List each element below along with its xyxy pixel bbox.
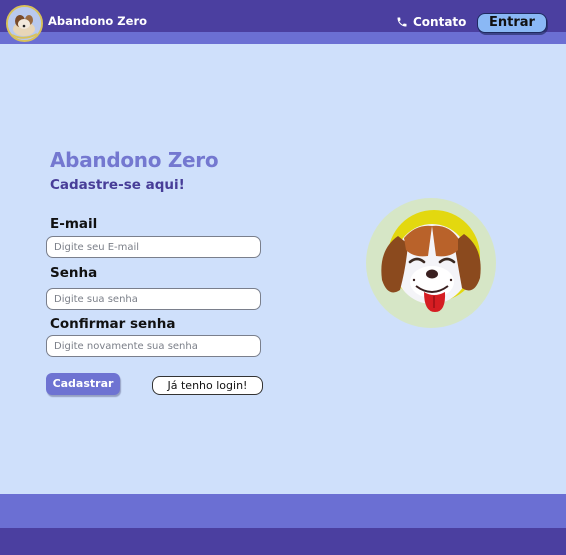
confirm-password-label: Confirmar senha bbox=[50, 316, 176, 332]
dog-face-illustration bbox=[366, 198, 496, 328]
login-button[interactable]: Entrar bbox=[477, 13, 547, 33]
contact-link[interactable]: Contato bbox=[396, 15, 466, 29]
password-label: Senha bbox=[50, 265, 98, 281]
password-field[interactable] bbox=[46, 288, 261, 310]
contact-label: Contato bbox=[413, 15, 467, 29]
already-have-login-button[interactable]: Já tenho login! bbox=[152, 376, 263, 395]
email-label: E-mail bbox=[50, 216, 98, 232]
footer-bar bbox=[0, 528, 566, 555]
page-title: Abandono Zero bbox=[50, 148, 219, 172]
email-field[interactable] bbox=[46, 236, 261, 258]
dog-logo-icon[interactable] bbox=[6, 5, 43, 42]
header-accent-strip bbox=[0, 32, 566, 44]
confirm-password-field[interactable] bbox=[46, 335, 261, 357]
brand-name[interactable]: Abandono Zero bbox=[48, 14, 147, 28]
page-subtitle: Cadastre-se aqui! bbox=[50, 177, 185, 193]
phone-icon bbox=[397, 17, 407, 27]
footer-accent-strip bbox=[0, 494, 566, 528]
signup-button[interactable]: Cadastrar bbox=[46, 373, 120, 395]
